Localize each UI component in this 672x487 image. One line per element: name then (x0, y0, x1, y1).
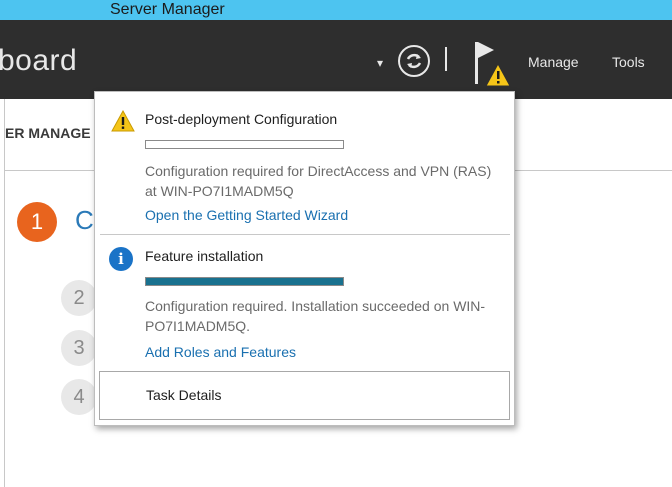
step-4-badge: 4 (61, 379, 97, 415)
tools-menu[interactable]: Tools (612, 54, 645, 70)
notification-description: Configuration required. Installation suc… (145, 298, 486, 334)
page-title: board (0, 44, 78, 77)
dropdown-arrow-icon[interactable]: ▾ (377, 56, 383, 70)
info-icon: i (109, 247, 133, 271)
window-title: Server Manager (110, 1, 225, 18)
header-bar: board ▾ Manage Tools (0, 20, 672, 99)
warning-icon (111, 109, 135, 132)
step-1-text[interactable]: C (75, 205, 94, 236)
progress-fill (146, 278, 343, 285)
notifications-popup: Post-deployment Configuration Configurat… (94, 91, 515, 426)
notification-description: Configuration required for DirectAccess … (145, 163, 492, 199)
step-2-badge: 2 (61, 280, 97, 316)
add-roles-and-features-link[interactable]: Add Roles and Features (145, 344, 296, 360)
notification-heading: Feature installation (145, 248, 264, 264)
step-1-badge: 1 (17, 202, 57, 242)
section-label: ER MANAGE (5, 125, 91, 141)
divider (100, 234, 510, 235)
header-separator (445, 47, 447, 71)
notification-heading: Post-deployment Configuration (145, 111, 338, 127)
task-details-label: Task Details (146, 387, 222, 403)
manage-menu[interactable]: Manage (528, 54, 579, 70)
step-3-badge: 3 (61, 330, 97, 366)
progress-bar (145, 140, 344, 149)
task-details-button[interactable]: Task Details (99, 371, 510, 420)
title-bar: Server Manager (0, 0, 672, 20)
notifications-flag-icon[interactable] (472, 40, 512, 90)
refresh-icon[interactable] (398, 45, 430, 77)
getting-started-wizard-link[interactable]: Open the Getting Started Wizard (145, 207, 348, 223)
progress-bar (145, 277, 344, 286)
